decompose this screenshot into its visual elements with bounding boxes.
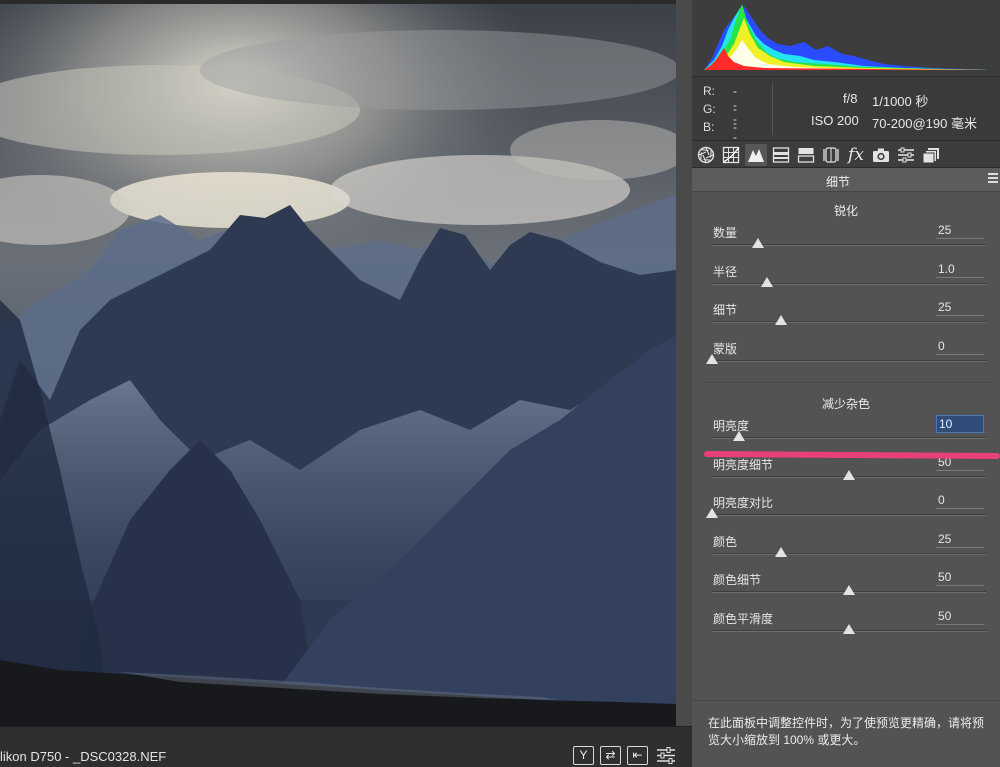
preview-settings-icon	[657, 747, 675, 764]
info-divider	[772, 83, 773, 135]
slider-value-field[interactable]: 0	[936, 338, 984, 355]
panel-footer-note: 在此面板中调整控件时，为了使预览更精确，请将预览大小缩放到 100% 或更大。	[692, 700, 1000, 767]
red-readout: R: ---	[703, 84, 737, 126]
photo-preview[interactable]	[0, 0, 676, 726]
adjustment-panel: R:--- G:--- B:--- f/8 1/1000 秒 ISO 200 7…	[692, 0, 1000, 767]
slider-thumb[interactable]	[706, 508, 718, 519]
tone-curve-grid-icon	[722, 146, 740, 164]
slider-track[interactable]	[712, 437, 986, 439]
section-header: 细节	[692, 168, 1000, 192]
slider-thumb[interactable]	[843, 469, 855, 480]
slider-label: 数量	[713, 226, 738, 240]
slider-track[interactable]	[712, 552, 986, 555]
preview-top-border	[0, 0, 676, 4]
slider-label: 颜色平滑度	[713, 612, 774, 626]
tab-detail[interactable]	[745, 144, 767, 166]
slider-label: 颜色	[713, 534, 738, 549]
slider-value-field[interactable]: 50	[936, 569, 984, 587]
slider-value-field[interactable]: 10	[936, 415, 984, 433]
section-title: 细节	[825, 175, 850, 189]
copy-settings-button[interactable]: ⇤	[627, 746, 648, 765]
slider-track[interactable]	[712, 359, 986, 362]
noise-reduction-title: 减少杂色	[821, 397, 870, 411]
lens-correction-icon	[823, 147, 839, 163]
blue-readout: B:---	[703, 120, 737, 162]
slider-label: 半径	[713, 264, 738, 279]
slider-thumb[interactable]	[760, 276, 773, 287]
lens-readout: 70-200@190 毫米	[872, 116, 977, 131]
green-readout: G: ---	[703, 102, 737, 144]
sharpening-title: 锐化	[833, 204, 858, 218]
presets-icon	[898, 147, 914, 163]
aperture-icon	[697, 146, 715, 164]
slider-thumb[interactable]	[733, 431, 746, 441]
slider-track[interactable]	[712, 514, 986, 517]
slider-label: 明亮度对比	[713, 496, 774, 511]
tab-split-toning[interactable]	[795, 144, 817, 166]
swap-icon: ⇄	[605, 748, 616, 762]
copy-settings-icon: ⇤	[632, 748, 643, 762]
tab-lens-corrections[interactable]	[820, 144, 842, 166]
slider-value-field[interactable]: 1.0	[936, 261, 984, 278]
slider-thumb[interactable]	[843, 624, 855, 634]
detail-mountain-icon	[748, 149, 764, 162]
status-bar: likon D750 - _DSC0328.NEF Y ⇄ ⇤	[0, 726, 692, 767]
preview-settings-button[interactable]	[656, 746, 676, 765]
file-name: likon D750 - _DSC0328.NEF	[0, 749, 167, 764]
shutter-readout: 1/1000 秒	[872, 94, 929, 109]
tab-presets[interactable]	[895, 144, 917, 166]
slider-track[interactable]	[712, 321, 986, 324]
hsl-icon	[772, 147, 790, 163]
panel-menu-icon[interactable]	[988, 173, 998, 183]
mountain-photo	[0, 0, 676, 726]
preview-gutter	[676, 0, 692, 767]
fx-icon: fx	[848, 145, 864, 165]
panel-tabs: fx	[692, 140, 1000, 168]
slider-label: 细节	[713, 303, 738, 318]
slider-value-field[interactable]: 25	[936, 299, 984, 317]
slider-value-field[interactable]: 50	[936, 608, 984, 625]
slider-label: 颜色细节	[713, 573, 762, 588]
slider-value-field[interactable]: 25	[936, 531, 984, 548]
tab-effects[interactable]: fx	[845, 144, 867, 166]
tab-hsl[interactable]	[770, 144, 792, 166]
aperture-readout: f/8	[843, 91, 858, 106]
slider-label: 明亮度细节	[713, 457, 774, 472]
slider-thumb[interactable]	[774, 546, 787, 557]
slider-thumb[interactable]	[706, 353, 718, 364]
tab-snapshots[interactable]	[920, 144, 942, 166]
split-toning-icon	[797, 148, 815, 163]
iso-readout: ISO 200	[811, 113, 859, 128]
info-readout: R:--- G:--- B:--- f/8 1/1000 秒 ISO 200 7…	[692, 76, 1000, 162]
slider-thumb[interactable]	[751, 238, 764, 248]
tab-basic[interactable]	[695, 144, 717, 166]
slider-track[interactable]	[712, 282, 986, 285]
slider-value-field[interactable]: 0	[936, 492, 984, 510]
slider-value-field[interactable]: 25	[936, 222, 984, 239]
histogram-graph	[704, 4, 988, 70]
slider-thumb[interactable]	[843, 585, 855, 596]
y-compare-button[interactable]: Y	[573, 746, 594, 765]
group-divider	[702, 382, 990, 383]
swap-button[interactable]: ⇄	[600, 746, 621, 765]
tab-camera-calibration[interactable]	[870, 144, 892, 166]
camera-calibration-icon	[873, 148, 889, 162]
y-compare-icon: Y	[579, 748, 588, 762]
tab-tone-curve[interactable]	[720, 144, 742, 166]
snapshots-icon	[922, 148, 939, 164]
slider-thumb[interactable]	[774, 315, 787, 326]
histogram	[692, 0, 1000, 76]
